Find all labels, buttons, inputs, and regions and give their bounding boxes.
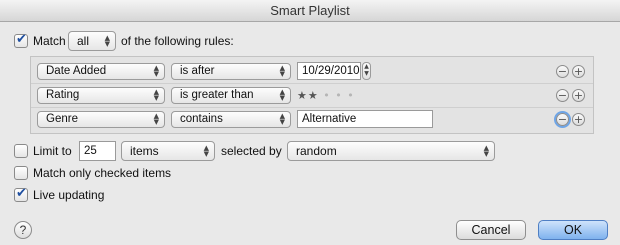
rule-field-popup[interactable]: Rating ▲ ▼ [37, 87, 165, 104]
match-only-checked-label: Match only checked items [33, 166, 172, 180]
limit-unit-popup[interactable]: items ▲ ▼ [121, 141, 215, 161]
match-mode-popup[interactable]: all ▲ ▼ [68, 31, 116, 51]
rating-stars[interactable]: ★★ • • • [297, 89, 355, 102]
empty-star-dot-icon[interactable]: • [347, 89, 355, 102]
live-updating-checkbox[interactable] [14, 186, 28, 202]
match-label: Match [33, 34, 66, 48]
remove-rule-button[interactable]: − [556, 65, 569, 78]
selected-by-popup[interactable]: random ▲ ▼ [287, 141, 495, 161]
add-rule-button[interactable]: + [572, 65, 585, 78]
rule-operator-value: is greater than [180, 89, 254, 101]
rule-field-value: Date Added [46, 65, 107, 77]
updown-chevron-icon: ▲ ▼ [483, 144, 489, 158]
rule-row: Genre ▲ ▼ contains ▲ ▼ Alternative − + [31, 108, 593, 132]
limit-checkbox[interactable] [14, 144, 28, 158]
updown-chevron-icon: ▲ ▼ [279, 64, 285, 78]
updown-chevron-icon: ▲ ▼ [153, 88, 159, 102]
smart-playlist-window: Smart Playlist Match all ▲▼ of the follo… [0, 0, 620, 245]
rule-row: Rating ▲ ▼ is greater than ▲ ▼ ★★ • • • − … [31, 84, 593, 108]
updown-chevron-icon: ▲ ▼ [203, 144, 209, 158]
rule-field-value: Genre [46, 113, 78, 125]
rule-field-value: Rating [46, 89, 80, 101]
ok-button[interactable]: OK [538, 220, 608, 240]
match-checkbox[interactable] [14, 32, 28, 48]
rule-operator-popup[interactable]: is after ▲ ▼ [171, 63, 291, 80]
rule-text-field[interactable]: Alternative [297, 110, 433, 128]
updown-chevron-icon: ▲ ▼ [279, 88, 285, 102]
match-suffix-label: of the following rules: [121, 34, 234, 48]
selected-by-value: random [296, 144, 337, 158]
window-title: Smart Playlist [0, 0, 620, 22]
star-icon[interactable]: ★ [308, 89, 319, 102]
empty-star-dot-icon[interactable]: • [335, 89, 343, 102]
remove-rule-button[interactable]: − [556, 89, 569, 102]
updown-chevron-icon: ▲ ▼ [279, 112, 285, 126]
rule-field-popup[interactable]: Genre ▲ ▼ [37, 111, 165, 128]
help-button[interactable]: ? [14, 221, 32, 239]
rule-operator-popup[interactable]: is greater than ▲ ▼ [171, 87, 291, 104]
remove-rule-button[interactable]: − [556, 113, 569, 126]
empty-star-dot-icon[interactable]: • [323, 89, 331, 102]
selected-by-label: selected by [221, 144, 282, 158]
updown-chevron-icon: ▲ ▼ [104, 34, 110, 48]
updown-chevron-icon: ▲ ▼ [153, 112, 159, 126]
match-mode-value: all [77, 34, 90, 48]
limit-label: Limit to [33, 144, 72, 158]
limit-unit-value: items [130, 144, 159, 158]
live-updating-label: Live updating [33, 188, 105, 202]
rule-operator-value: is after [180, 65, 215, 77]
rule-row: Date Added ▲ ▼ is after ▲ ▼ 10/29/2010 ▲ ▼ … [31, 60, 593, 84]
star-icon[interactable]: ★ [297, 89, 308, 102]
rules-list: Date Added ▲ ▼ is after ▲ ▼ 10/29/2010 ▲ ▼ … [30, 56, 594, 134]
limit-count-field[interactable]: 25 [79, 141, 116, 161]
date-stepper[interactable]: ▲ ▼ [362, 62, 371, 80]
rule-field-popup[interactable]: Date Added ▲ ▼ [37, 63, 165, 80]
add-rule-button[interactable]: + [572, 113, 585, 126]
updown-chevron-icon: ▲ ▼ [153, 64, 159, 78]
cancel-button[interactable]: Cancel [456, 220, 526, 240]
match-only-checked-checkbox[interactable] [14, 166, 28, 180]
rule-operator-popup[interactable]: contains ▲ ▼ [171, 111, 291, 128]
rule-operator-value: contains [180, 113, 223, 125]
rule-date-field[interactable]: 10/29/2010 [297, 62, 361, 80]
add-rule-button[interactable]: + [572, 89, 585, 102]
